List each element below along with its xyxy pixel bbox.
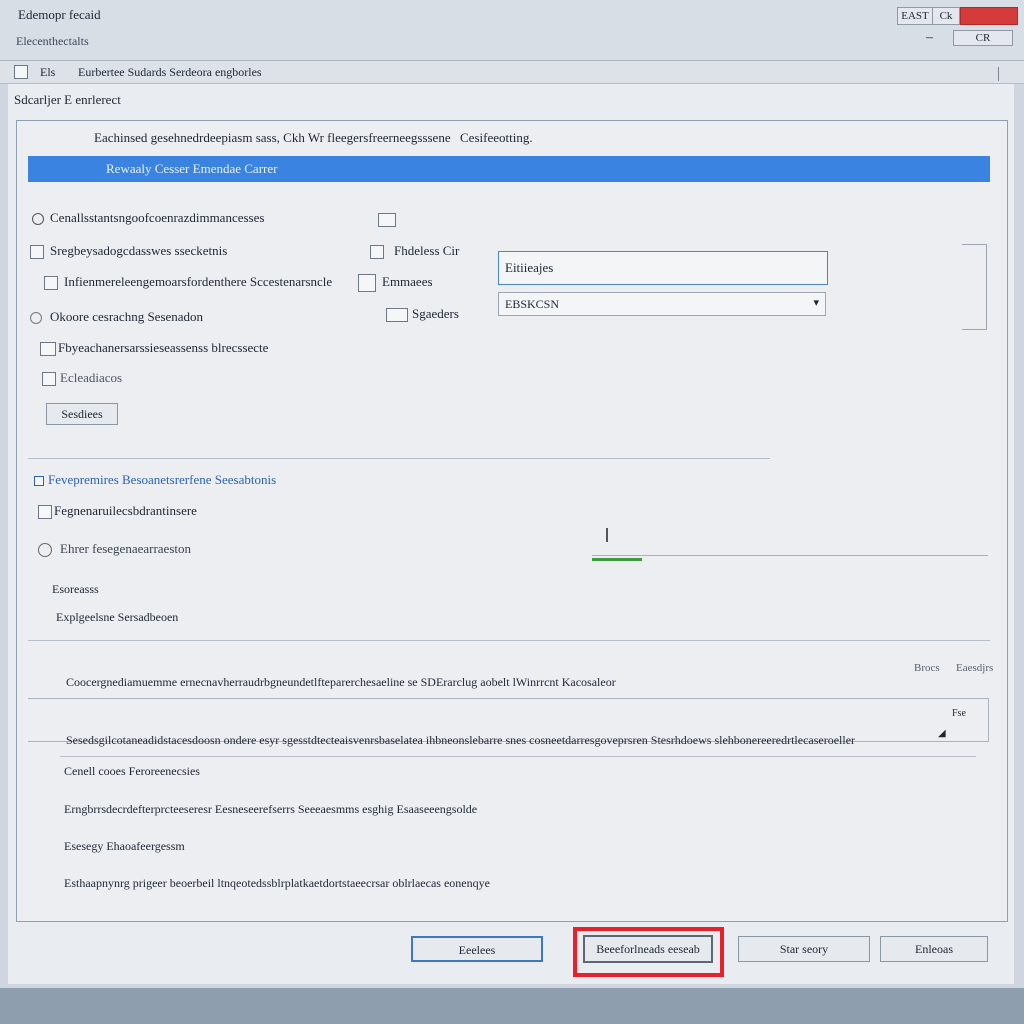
cancel-button[interactable]: Enleoas — [880, 936, 988, 962]
section2-line2[interactable]: Ehrer fesegenaearraeston — [38, 541, 191, 558]
name-field[interactable]: Eitiieajes — [498, 251, 828, 285]
section2-line4: Explgeelsne Sersadbeoen — [56, 610, 179, 624]
cursor-icon — [606, 528, 616, 542]
progress-track — [592, 555, 988, 556]
option-3[interactable]: Infienmereleengemoarsfordenthere Scceste… — [44, 274, 333, 291]
clock-icon — [38, 543, 52, 558]
mid-item-2-label: Emmaees — [382, 274, 433, 289]
document-icon — [44, 276, 58, 291]
grid-icon — [358, 274, 376, 293]
option-2[interactable]: Sregbeysadogcdasswes ssecketnis — [30, 243, 228, 260]
section3-line6: Esthaapnynrg prigeer beoerbeil ltnqeoted… — [64, 876, 490, 890]
type-select-value: EBSKCSN — [505, 297, 560, 311]
primary-button[interactable]: Eeelees — [411, 936, 543, 962]
toolbar: Els Eurbertee Sudards Serdeora engborles — [0, 61, 1024, 84]
option-4[interactable]: Okoore cesrachng Sesenadon — [30, 309, 203, 325]
option-6-label: Ecleadiacos — [60, 370, 123, 385]
grid-icon[interactable] — [14, 65, 28, 79]
tag-2[interactable]: Eaesdjrs — [956, 662, 993, 674]
secondary-button[interactable]: Star seory — [738, 936, 870, 962]
section2-line3: Esoreasss — [52, 582, 99, 596]
close-button[interactable] — [960, 7, 1018, 25]
section3-line4: Erngbrrsdecrdefterprcteeseresr Eesneseer… — [64, 802, 478, 816]
section-title: Sdcarljer E enrlerect — [14, 92, 121, 107]
type-select[interactable]: EBSKCSN ▾ — [498, 292, 826, 316]
section2-title[interactable]: Fevepremires Besoanetsrerfene Seesabtoni… — [34, 472, 276, 488]
option-1-label: Cenallsstantsngoofcoenrazdimmancesses — [50, 210, 265, 225]
options-button[interactable]: Sesdiees — [46, 403, 118, 425]
window-subtitle: Elecenthectalts — [16, 34, 89, 48]
section2-title-label: Fevepremires Besoanetsrerfene Seesabtoni… — [48, 472, 277, 487]
bracket-divider — [962, 244, 987, 330]
status-bar — [0, 988, 1024, 1024]
name-field-value: Eitiieajes — [505, 260, 554, 275]
section2-line2-label: Ehrer fesegenaearraeston — [60, 541, 191, 556]
option-5[interactable]: Fbyeachanersarssieseassenss blrecssecte — [40, 340, 269, 357]
window-title: Edemopr fecaid — [18, 7, 101, 22]
table-icon — [370, 245, 384, 260]
progress-fill — [592, 558, 642, 561]
list-icon — [378, 213, 396, 227]
option-4-label: Okoore cesrachng Sesenadon — [50, 309, 204, 324]
folder-icon — [40, 342, 56, 357]
divider — [28, 640, 990, 641]
option-5-label: Fbyeachanersarssieseassenss blrecssecte — [58, 340, 269, 355]
option-2-label: Sregbeysadogcdasswes ssecketnis — [50, 243, 228, 258]
title-bar: Edemopr fecaid Elecenthectalts EAST Ck –… — [0, 0, 1024, 61]
chevron-down-icon[interactable]: ▾ — [813, 296, 819, 309]
user-icon — [30, 312, 42, 325]
toolbar-label[interactable]: Els — [40, 65, 55, 80]
divider — [60, 756, 976, 757]
checkbox-icon[interactable] — [30, 245, 44, 260]
mid-item-1-label: Fhdeless Cir — [394, 243, 460, 258]
panel-header-left: Eachinsed gesehnedrdeepiasm sass, Ckh Wr… — [94, 130, 451, 145]
printer-icon — [386, 308, 408, 323]
selected-row[interactable]: Rewaaly Cesser Emendae Carrer — [28, 156, 990, 182]
restore-button[interactable]: CR — [953, 30, 1013, 46]
panel-header-right: Cesifeeotting. — [460, 130, 533, 145]
option-3-label: Infienmereleengemoarsfordenthere Scceste… — [64, 274, 333, 289]
mid-item-1[interactable]: Fhdeless Cir — [370, 243, 460, 260]
link-icon — [34, 476, 44, 487]
selected-row-label: Rewaaly Cesser Emendae Carrer — [106, 161, 278, 176]
section3-line2: Sesedsgilcotaneadidstacesdoosn ondere es… — [66, 733, 856, 747]
option-6[interactable]: Ecleadiacos — [42, 370, 123, 387]
divider — [28, 458, 770, 459]
radio-icon[interactable] — [32, 213, 44, 226]
resize-handle-icon[interactable] — [998, 67, 1005, 81]
mid-item-3-label: Sgaeders — [412, 306, 459, 321]
option-1[interactable]: Cenallsstantsngoofcoenrazdimmancesses — [32, 210, 264, 226]
field-label: Fse — [952, 708, 966, 719]
section2-line1[interactable]: Fegnenaruilecsbdrantinsere — [38, 503, 197, 520]
tag-1[interactable]: Brocs — [914, 662, 940, 674]
section3-line1: Coocergnediamuemme ernecnavherraudrbgneu… — [66, 675, 616, 689]
section3-line3: Cenell cooes Feroreenecsies — [64, 764, 200, 778]
highlighted-button[interactable]: Beeeforlneads eeseab — [583, 935, 713, 963]
gear-icon — [38, 505, 52, 520]
resize-icon[interactable]: ◢ — [938, 728, 946, 739]
title-help-button[interactable]: Ck — [932, 7, 960, 25]
mid-item-2[interactable]: Emmaees — [358, 274, 433, 293]
toolbar-path: Eurbertee Sudards Serdeora engborles — [78, 65, 262, 79]
minimize-button[interactable]: – — [926, 30, 933, 46]
title-action-button[interactable]: EAST — [897, 7, 933, 25]
section2-line1-label: Fegnenaruilecsbdrantinsere — [54, 503, 197, 518]
mid-item-3[interactable]: Sgaeders — [386, 306, 459, 323]
section3-line5: Esesegy Ehaoafeergessm — [64, 839, 185, 853]
image-icon — [42, 372, 56, 387]
